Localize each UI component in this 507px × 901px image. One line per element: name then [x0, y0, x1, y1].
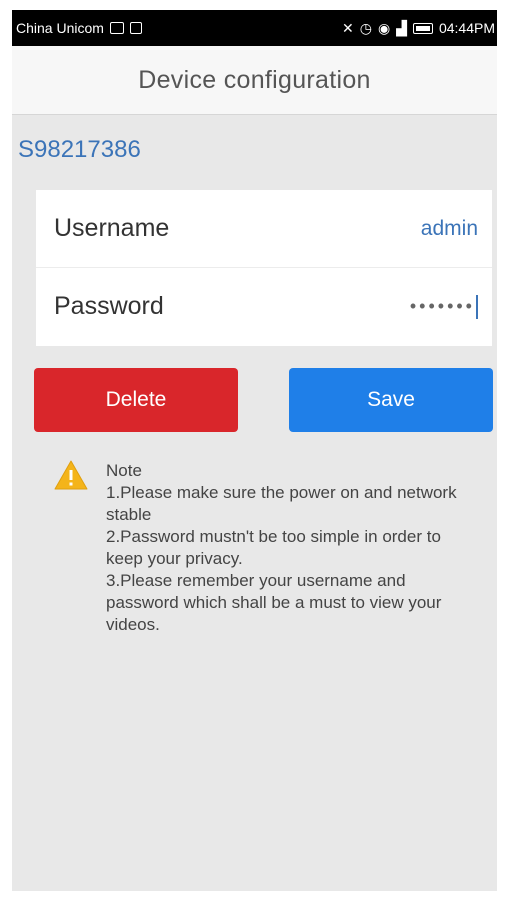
title-bar: Device configuration	[12, 46, 497, 115]
status-time: 04:44PM	[438, 20, 495, 36]
password-label: Password	[54, 292, 164, 320]
note-item: 3.Please remember your username and pass…	[106, 571, 442, 634]
note-heading: Note	[106, 461, 142, 480]
password-field[interactable]: •••••••	[409, 294, 478, 319]
carrier-name: China Unicom	[16, 20, 104, 36]
password-row[interactable]: Password •••••••	[36, 268, 492, 345]
password-dots: •••••••	[409, 296, 475, 316]
device-id: S98217386	[18, 136, 141, 163]
note-item: 2.Password mustn't be too simple in orde…	[106, 527, 441, 568]
save-button[interactable]: Save	[289, 368, 493, 432]
note-text: Note 1.Please make sure the power on and…	[106, 460, 476, 636]
alarm-icon: ◷	[359, 20, 372, 36]
username-row[interactable]: Username admin	[36, 190, 492, 268]
mute-icon: ✕	[342, 20, 354, 36]
battery-icon	[412, 22, 433, 34]
credentials-card: Username admin Password •••••••	[36, 190, 492, 346]
text-cursor	[476, 294, 478, 319]
notification-icon	[129, 22, 142, 34]
username-field[interactable]: admin	[421, 217, 478, 241]
wifi-icon: ◉	[377, 20, 391, 36]
delete-button[interactable]: Delete	[34, 368, 238, 432]
page-title: Device configuration	[138, 65, 371, 94]
warning-icon	[54, 460, 88, 490]
signal-icon: ▟	[396, 20, 407, 36]
image-icon	[109, 22, 124, 34]
device-configuration-screen: China Unicom ✕ ◷ ◉ ▟ 04:44PM Device conf…	[12, 10, 497, 891]
status-right: ✕ ◷ ◉ ▟ 04:44PM	[342, 10, 495, 46]
status-left: China Unicom	[12, 20, 142, 36]
username-label: Username	[54, 214, 170, 242]
note-item: 1.Please make sure the power on and netw…	[106, 483, 457, 524]
status-bar: China Unicom ✕ ◷ ◉ ▟ 04:44PM	[12, 10, 497, 46]
